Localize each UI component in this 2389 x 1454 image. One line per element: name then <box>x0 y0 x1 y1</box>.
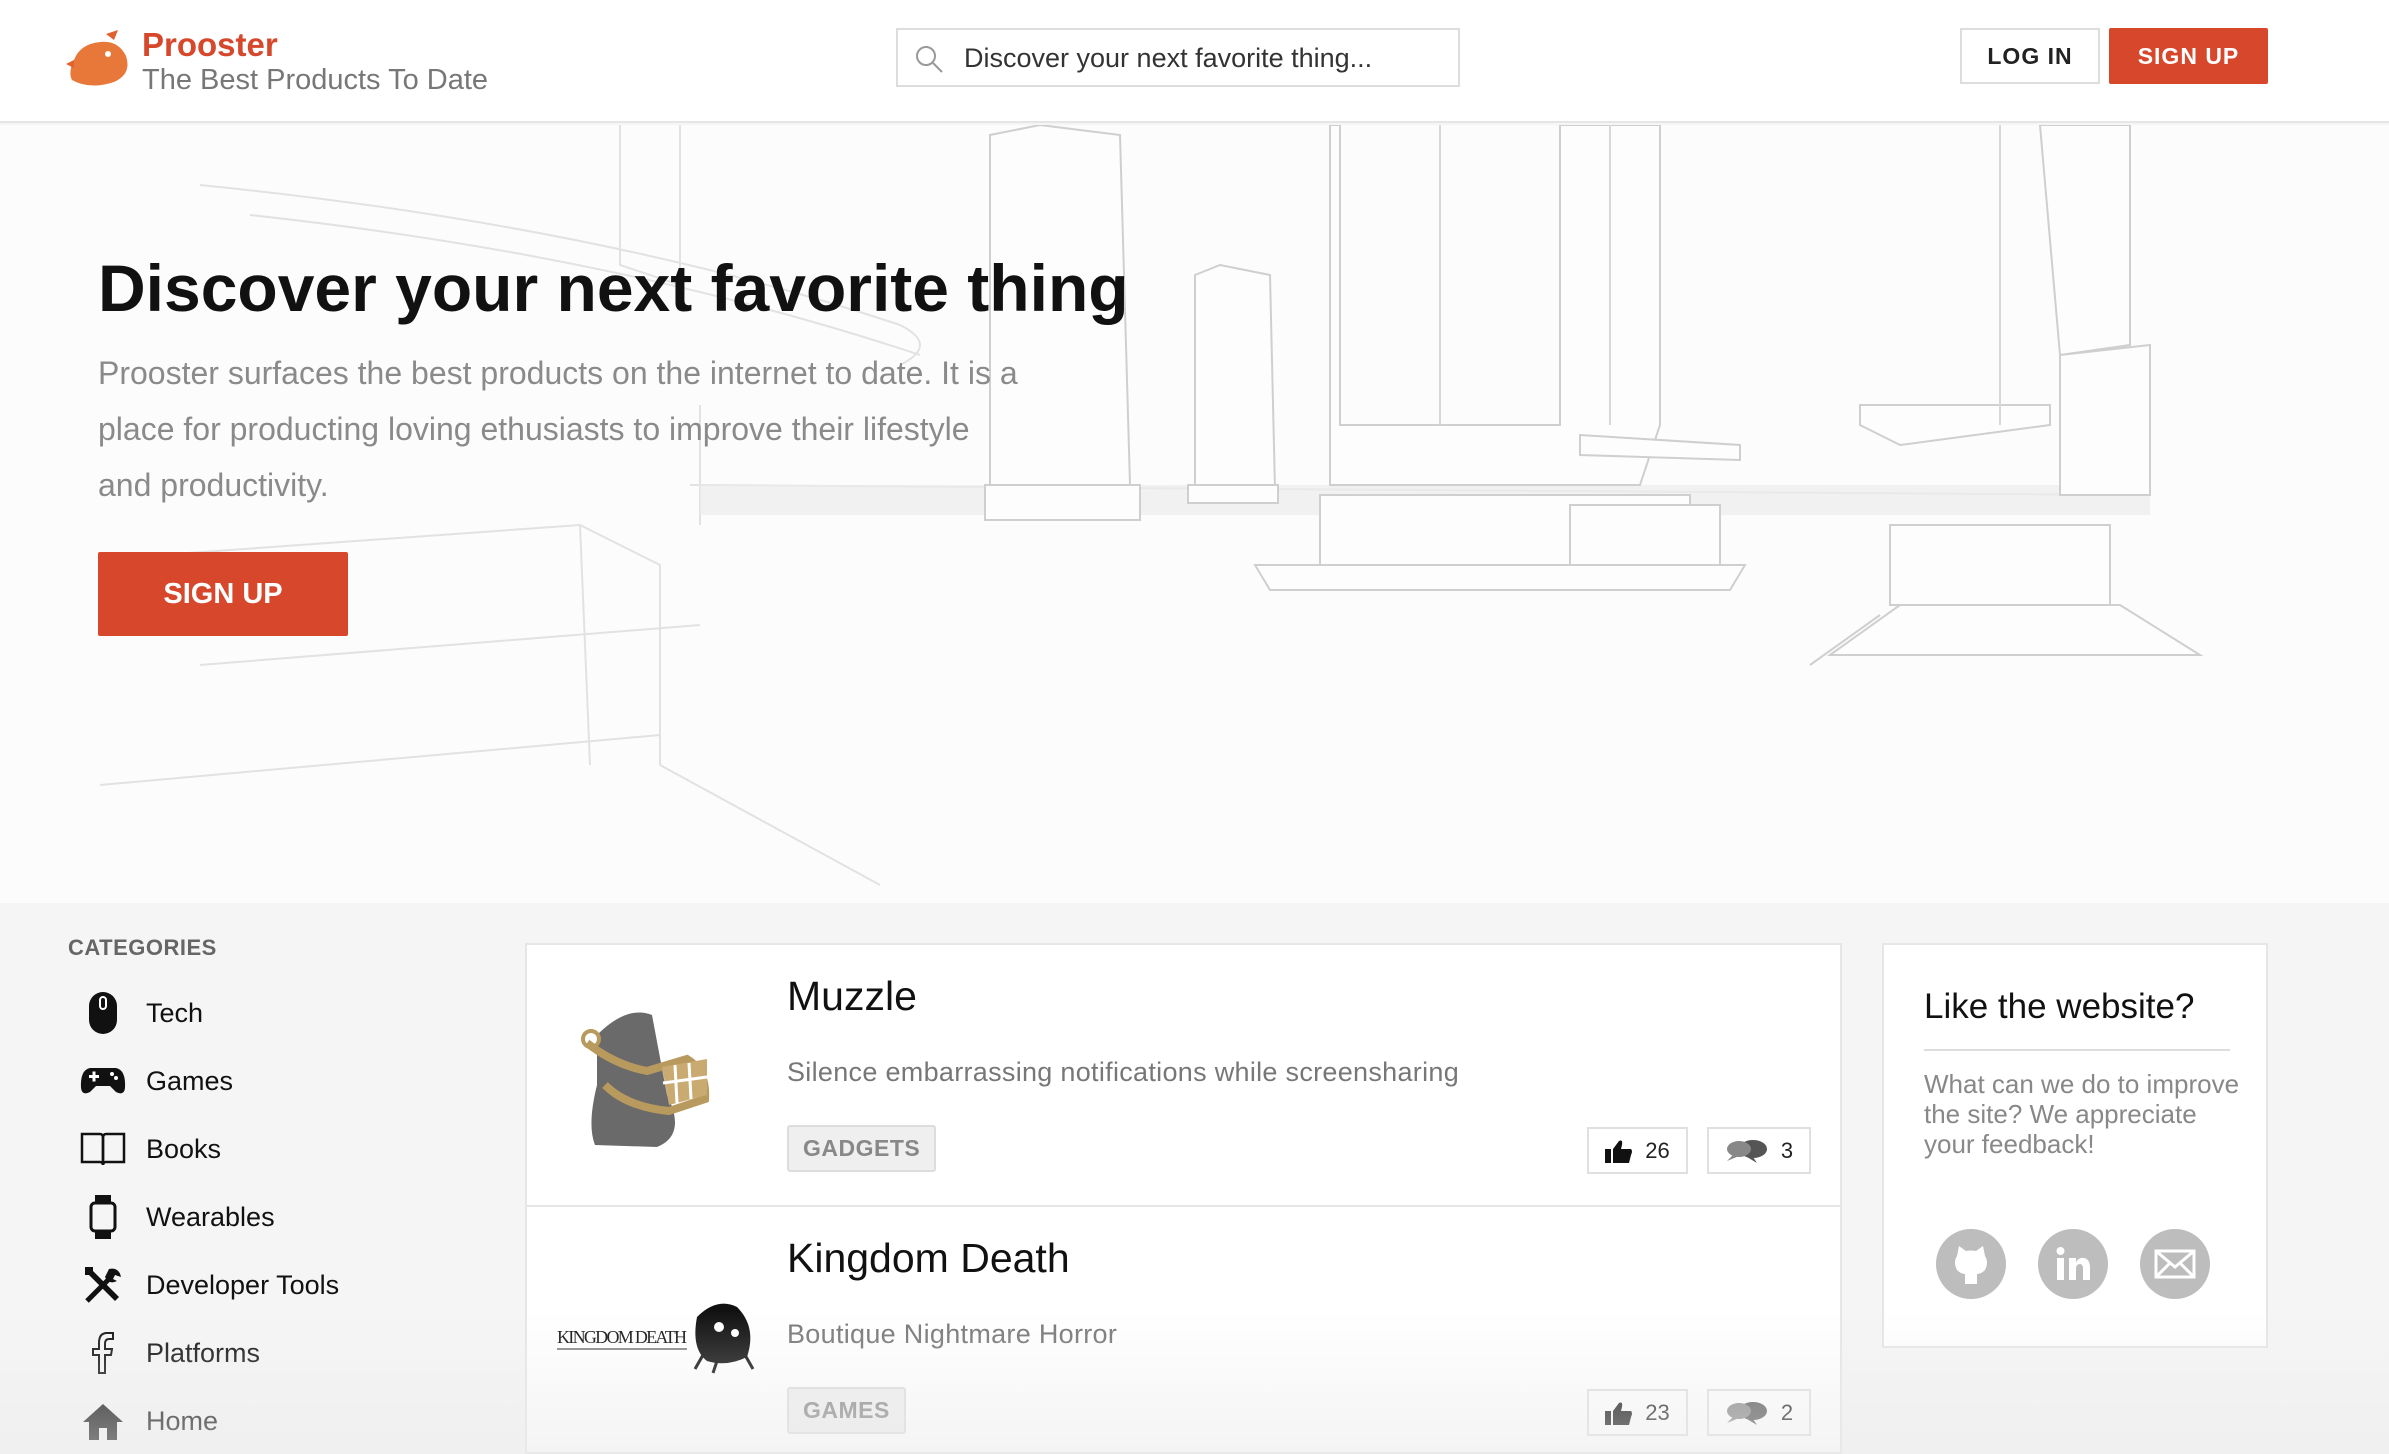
category-label: Developer Tools <box>146 1269 340 1300</box>
category-item-wearables[interactable]: Wearables <box>68 1183 488 1251</box>
category-item-platforms[interactable]: Platforms <box>68 1319 488 1387</box>
feedback-card: Like the website? What can we do to impr… <box>1882 943 2268 1348</box>
feedback-divider <box>1924 1049 2230 1051</box>
hero-description: Prooster surfaces the best products on t… <box>98 355 1018 503</box>
mouse-icon <box>78 990 128 1036</box>
product-tag[interactable]: GAMES <box>787 1387 906 1434</box>
product-name[interactable]: Kingdom Death <box>787 1235 1070 1282</box>
category-item-developer-tools[interactable]: Developer Tools <box>68 1251 488 1319</box>
comment-count: 3 <box>1780 1137 1794 1163</box>
category-label: Home <box>146 1405 219 1436</box>
category-item-home[interactable]: Home <box>68 1387 488 1454</box>
comments-icon <box>1726 1401 1767 1425</box>
brand-tagline: The Best Products To Date <box>142 64 489 96</box>
feedback-title: Like the website? <box>1924 987 2195 1026</box>
hero-title: Discover your next favorite thing <box>98 251 1129 325</box>
search-input[interactable] <box>964 38 1444 78</box>
product-description: Boutique Nightmare Horror <box>787 1319 1118 1349</box>
comments-button[interactable]: 3 <box>1707 1127 1811 1174</box>
categories-heading: CATEGORIES <box>68 935 217 960</box>
comments-icon <box>1726 1139 1767 1163</box>
category-item-games[interactable]: Games <box>68 1047 488 1115</box>
github-icon[interactable] <box>1936 1229 2006 1299</box>
thumbs-up-icon <box>1605 1140 1633 1163</box>
hero-architecture-illustration <box>99 125 2204 886</box>
search-bar[interactable] <box>896 28 1460 87</box>
upvote-button[interactable]: 23 <box>1587 1389 1688 1436</box>
linkedin-icon[interactable] <box>2038 1229 2108 1299</box>
upvote-count: 26 <box>1645 1137 1670 1163</box>
tools-icon <box>78 1262 128 1308</box>
brand-name[interactable]: Prooster <box>142 26 278 64</box>
logo-text: KINGDOM DEATH <box>557 1327 687 1347</box>
product-list: Muzzle Silence embarrassing notification… <box>525 943 1842 1454</box>
gamepad-icon <box>78 1058 128 1104</box>
product-item-muzzle[interactable]: Muzzle Silence embarrassing notification… <box>527 945 1840 1207</box>
product-item-kingdom-death[interactable]: KINGDOM DEATH Kingdom Death Boutique Nig… <box>527 1207 1840 1452</box>
feedback-text: What can we do to improve the site? We a… <box>1924 1069 2240 1159</box>
category-label: Books <box>146 1133 222 1164</box>
facebook-icon <box>78 1330 128 1376</box>
categories-sidebar: CATEGORIES Tech Games Books Wearables De… <box>68 935 488 1454</box>
category-label: Tech <box>146 997 204 1028</box>
product-description: Silence embarrassing notifications while… <box>787 1057 1460 1087</box>
category-item-books[interactable]: Books <box>68 1115 488 1183</box>
comment-count: 2 <box>1780 1399 1794 1425</box>
book-icon <box>78 1126 128 1172</box>
signup-button-hero[interactable]: SIGN UP <box>98 552 348 636</box>
category-label: Wearables <box>146 1201 275 1232</box>
thumbs-up-icon <box>1605 1402 1633 1425</box>
upvote-count: 23 <box>1645 1399 1670 1425</box>
rooster-logo-icon[interactable] <box>66 30 134 88</box>
muzzle-product-image[interactable] <box>557 975 757 1175</box>
comments-button[interactable]: 2 <box>1707 1389 1811 1436</box>
signup-button-header[interactable]: SIGN UP <box>2109 28 2268 84</box>
kingdom-death-logo-image[interactable]: KINGDOM DEATH <box>557 1237 757 1437</box>
hero-section: Discover your next favorite thing Proost… <box>0 125 2389 903</box>
category-item-tech[interactable]: Tech <box>68 979 488 1047</box>
product-tag[interactable]: GADGETS <box>787 1125 937 1172</box>
watch-icon <box>78 1194 128 1240</box>
search-icon <box>916 46 943 73</box>
login-button[interactable]: LOG IN <box>1960 28 2100 84</box>
social-links <box>1936 1229 2210 1299</box>
home-icon <box>78 1398 128 1444</box>
product-name[interactable]: Muzzle <box>787 973 917 1020</box>
site-header: Prooster The Best Products To Date LOG I… <box>0 0 2389 123</box>
category-label: Platforms <box>146 1337 261 1368</box>
upvote-button[interactable]: 26 <box>1587 1127 1688 1174</box>
mail-icon[interactable] <box>2140 1229 2210 1299</box>
category-label: Games <box>146 1065 234 1096</box>
